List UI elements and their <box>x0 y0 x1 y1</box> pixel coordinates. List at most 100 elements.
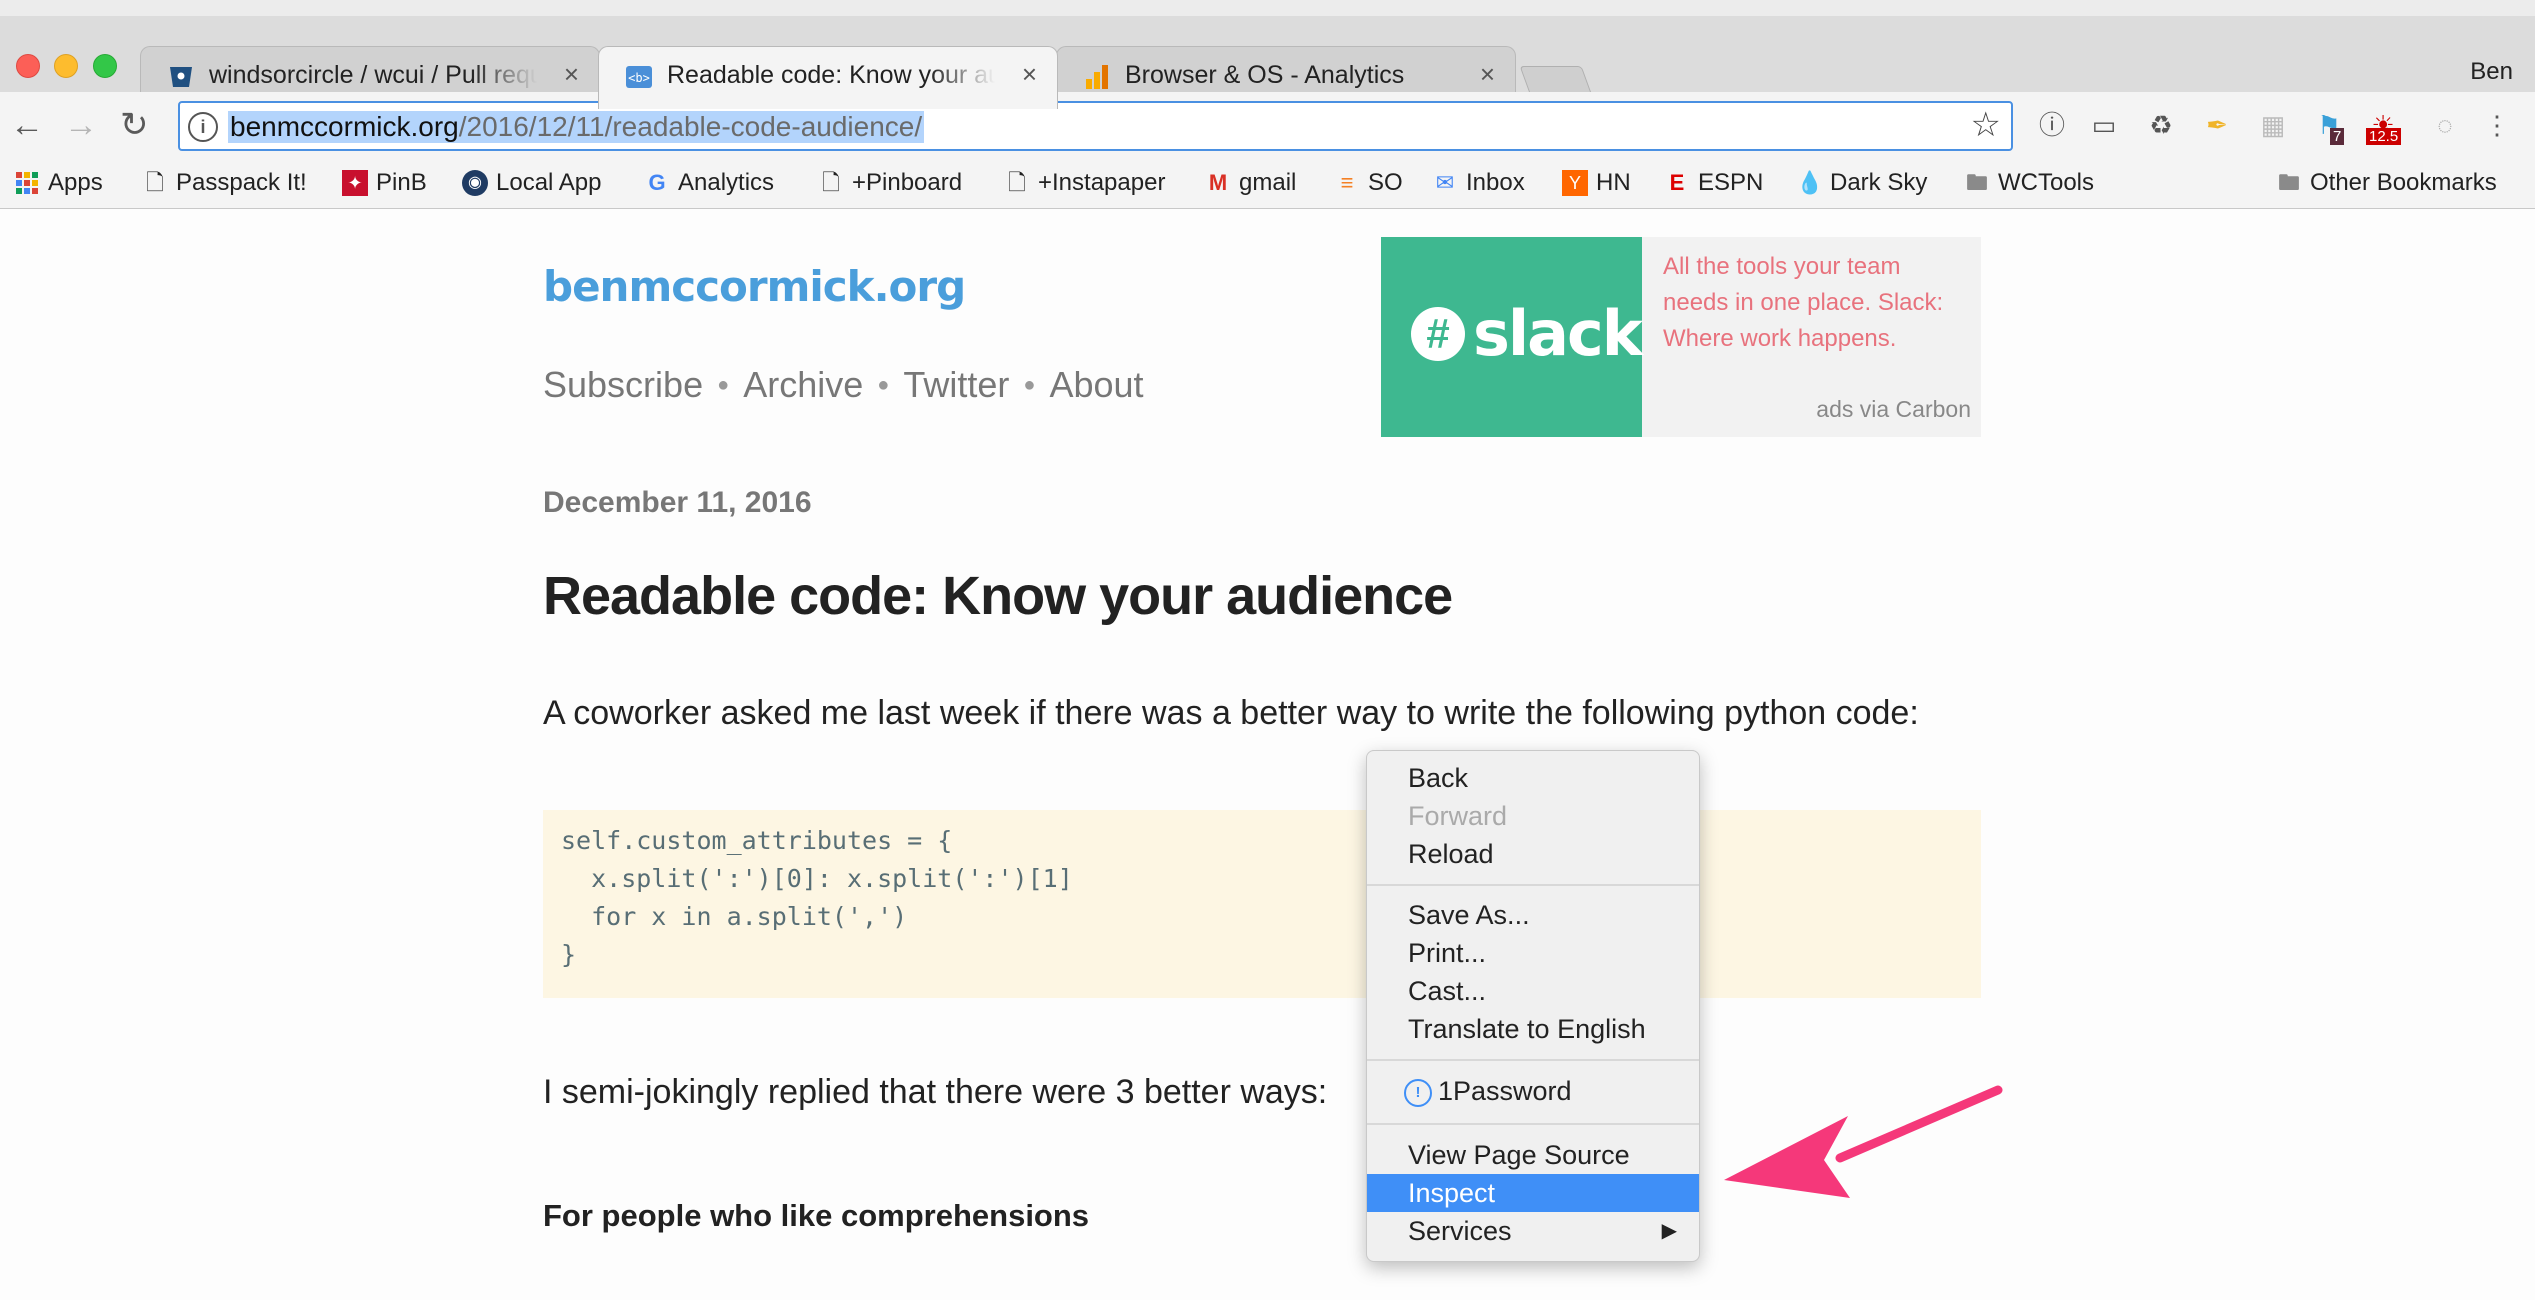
site-nav: Subscribe ● Archive ● Twitter ● About <box>543 364 1144 406</box>
nav-twitter[interactable]: Twitter <box>903 364 1009 406</box>
highlighter-extension-icon[interactable]: ✒ <box>2200 108 2234 142</box>
bookmark-label: WCTools <box>1998 169 2095 196</box>
close-tab-icon[interactable]: × <box>1480 59 1495 90</box>
menu-item-back[interactable]: Back <box>1367 759 1699 797</box>
bookmark-so[interactable]: ≡ SO <box>1334 166 1403 200</box>
bookmark-label: Local App <box>496 169 602 196</box>
nav-subscribe[interactable]: Subscribe <box>543 364 703 406</box>
code-line: self.custom_attributes = { <box>561 826 953 855</box>
tab-readable-code[interactable]: <b> Readable code: Know your aud × <box>598 46 1058 109</box>
bitbucket-icon <box>170 67 192 87</box>
extension-badge-value: 12.5 <box>2366 128 2402 145</box>
bookmarks-bar: Apps 🗋 Passpack It! ✦ PinB ◉ Local App G Ana… <box>0 160 2535 209</box>
menu-separator <box>1367 884 1699 886</box>
other-bookmarks-label: Other Bookmarks <box>2310 169 2497 196</box>
bookmark-pinboard[interactable]: 🗋 +Pinboard <box>818 166 962 200</box>
profile-name[interactable]: Ben <box>2470 58 2513 86</box>
post-date: December 11, 2016 <box>543 486 812 519</box>
url-text[interactable]: benmccormick.org/2016/12/11/readable-cod… <box>228 111 925 143</box>
bookmark-label: Dark Sky <box>1830 169 1928 196</box>
bookmark-instapaper[interactable]: 🗋 +Instapaper <box>1004 166 1165 200</box>
bookmark-analytics[interactable]: G Analytics <box>644 166 774 200</box>
menu-item-forward: Forward <box>1408 801 1508 831</box>
other-bookmarks-folder[interactable]: 🖿 Other Bookmarks <box>2276 166 2497 200</box>
intro-paragraph: A coworker asked me last week if there w… <box>543 694 1919 732</box>
info-icon[interactable]: i <box>188 112 218 142</box>
slack-wordmark: slack <box>1473 297 1643 370</box>
carbon-ad[interactable]: # slack All the tools your team needs in… <box>1381 237 1981 437</box>
bookmark-local-app[interactable]: ◉ Local App <box>462 166 601 200</box>
menu-item-translate[interactable]: Translate to English <box>1367 1010 1699 1048</box>
bookmark-star-icon[interactable]: ☆ <box>1971 105 2001 145</box>
ad-via-link[interactable]: ads via Carbon <box>1816 396 1971 423</box>
bookmark-inbox[interactable]: ✉ Inbox <box>1432 166 1525 200</box>
bookmark-pinb[interactable]: ✦ PinB <box>342 166 427 200</box>
bookmark-folder-wctools[interactable]: 🖿 WCTools <box>1964 166 2094 200</box>
grid-extension-icon[interactable]: ▦ <box>2256 108 2290 142</box>
bookmark-label: Analytics <box>678 169 775 196</box>
tab-title: Browser & OS - Analytics <box>1125 61 1405 89</box>
recycle-extension-icon[interactable]: ♻ <box>2144 108 2178 142</box>
bookmark-gmail[interactable]: Mgmail <box>1205 166 1297 200</box>
google-icon: G <box>648 170 666 195</box>
site-title-link[interactable]: benmccormick.org <box>543 262 966 311</box>
bookmark-apps[interactable]: Apps <box>14 166 103 200</box>
close-window-button[interactable] <box>16 54 40 78</box>
menu-item-services[interactable]: Services ▶ <box>1367 1212 1699 1250</box>
folder-icon: 🖿 <box>1965 170 1988 195</box>
bookmark-label: Passpack It! <box>176 169 307 196</box>
menubar-strip <box>0 0 2535 16</box>
darksky-icon: 💧 <box>1796 170 1824 195</box>
apps-grid-icon <box>16 172 38 194</box>
nav-separator: ● <box>877 373 890 396</box>
close-tab-icon[interactable]: × <box>1022 59 1037 90</box>
close-tab-icon[interactable]: × <box>564 59 579 90</box>
nav-separator: ● <box>1023 373 1036 396</box>
context-menu: Back Forward Reload Save As... Print... … <box>1366 750 1700 1262</box>
back-arrow-icon[interactable]: ← <box>10 106 44 144</box>
menu-separator <box>1367 1059 1699 1061</box>
nav-archive[interactable]: Archive <box>743 364 863 406</box>
bookmark-label: SO <box>1368 169 1403 196</box>
bookmark-hn[interactable]: Y HN <box>1562 166 1631 200</box>
reload-icon[interactable]: ↻ <box>120 106 149 144</box>
folder-icon: 🖿 <box>2277 170 2300 195</box>
page-icon: 🗋 <box>822 170 840 195</box>
bookmark-label: +Instapaper <box>1038 169 1166 196</box>
bookmark-passpack[interactable]: 🗋 Passpack It! <box>142 166 307 200</box>
slack-logo[interactable]: # slack <box>1381 237 1643 437</box>
menu-item-1password[interactable]: ! 1Password <box>1367 1072 1699 1110</box>
bookmark-espn[interactable]: E ESPN <box>1664 166 1764 200</box>
address-bar[interactable]: i benmccormick.org/2016/12/11/readable-c… <box>178 101 2013 151</box>
nav-separator: ● <box>717 373 730 396</box>
circle-extension-icon[interactable]: ◌ <box>2428 108 2462 142</box>
bookmark-label: ESPN <box>1698 169 1764 196</box>
extension-badge-count: 7 <box>2330 128 2345 145</box>
menu-item-inspect[interactable]: Inspect <box>1367 1174 1699 1212</box>
analytics-icon <box>1086 65 1108 89</box>
menu-item-cast[interactable]: Cast... <box>1367 972 1699 1010</box>
onepassword-extension-icon[interactable]: ⓘ <box>2035 108 2069 142</box>
espn-icon: E <box>1669 170 1685 195</box>
menu-item-reload[interactable]: Reload <box>1367 835 1699 873</box>
menu-item-view-source[interactable]: View Page Source <box>1367 1136 1699 1174</box>
menu-kebab-icon[interactable]: ⋮ <box>2480 108 2514 142</box>
menu-separator <box>1367 1123 1699 1125</box>
menu-item-print[interactable]: Print... <box>1367 934 1699 972</box>
code-line: for x in a.split(',') <box>561 902 908 931</box>
code-block: self.custom_attributes = { x.split(':')[… <box>543 810 1981 998</box>
tab-title: windsorcircle / wcui / Pull requ <box>209 61 537 89</box>
bookmark-dark-sky[interactable]: 💧 Dark Sky <box>1796 166 1927 200</box>
code-line: } <box>561 940 577 969</box>
cast-icon[interactable]: ▭ <box>2087 108 2121 142</box>
ad-text[interactable]: All the tools your team needs in one pla… <box>1663 249 1963 357</box>
stackoverflow-icon: ≡ <box>1340 170 1354 195</box>
tab-title: Readable code: Know your aud <box>667 61 995 89</box>
forward-arrow-icon[interactable]: → <box>64 106 98 144</box>
menu-item-label: Services <box>1408 1216 1512 1246</box>
minimize-window-button[interactable] <box>54 54 78 78</box>
url-path: /2016/12/11/readable-code-audience/ <box>458 111 923 142</box>
menu-item-save-as[interactable]: Save As... <box>1367 896 1699 934</box>
zoom-window-button[interactable] <box>93 54 117 78</box>
nav-about[interactable]: About <box>1049 364 1143 406</box>
